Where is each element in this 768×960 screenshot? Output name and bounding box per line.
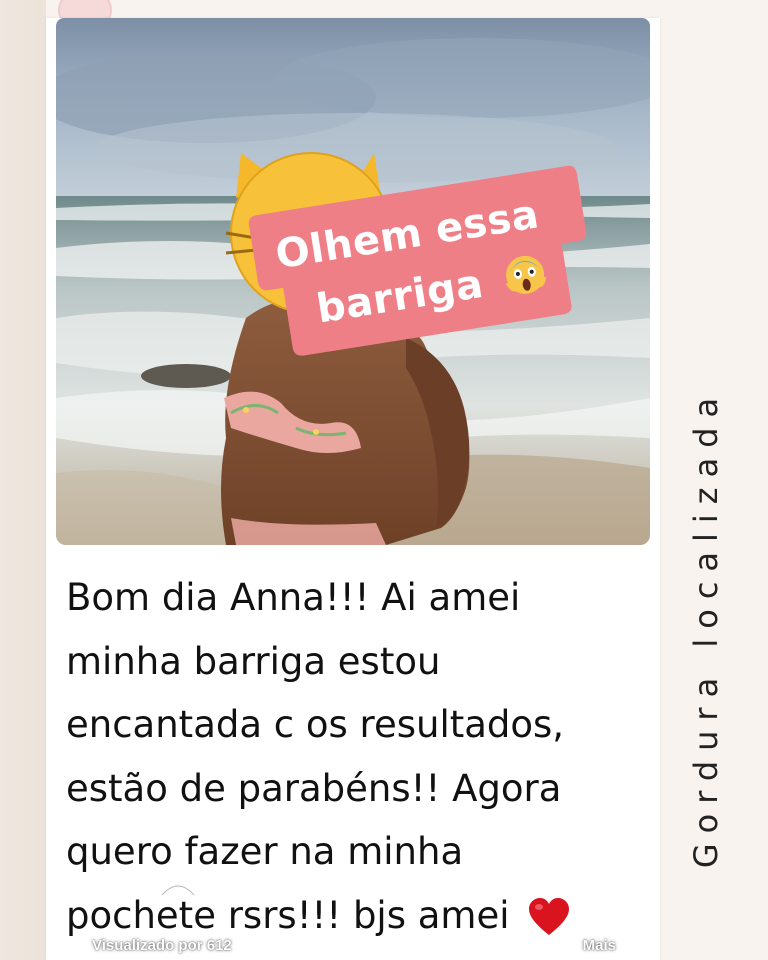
story-footer: Visualizado por 612 Mais xyxy=(46,931,660,960)
red-heart-icon xyxy=(527,893,571,935)
eye-icon[interactable] xyxy=(158,873,198,913)
chat-message-card: Olhem essa barriga Bom dia Anna!!! Ai am… xyxy=(46,18,660,960)
face-screaming-in-fear-icon xyxy=(501,251,549,299)
message-line: minha barriga estou xyxy=(66,639,441,683)
message-line: estão de parabéns!! Agora xyxy=(66,766,562,810)
message-line: encantada c os resultados, xyxy=(66,703,565,746)
message-text: Bom dia Anna!!! Ai amei minha barriga es… xyxy=(66,566,646,947)
message-line: quero fazer na minha xyxy=(66,830,464,873)
more-button[interactable]: Mais xyxy=(583,937,616,954)
chat-background-strip xyxy=(0,0,46,960)
side-title: Gordura localizada xyxy=(687,387,725,869)
seen-by-label[interactable]: Visualizado por 612 xyxy=(92,937,232,954)
beach-photo: Olhem essa barriga xyxy=(56,18,650,545)
message-line: Bom dia Anna!!! Ai amei xyxy=(66,576,521,619)
